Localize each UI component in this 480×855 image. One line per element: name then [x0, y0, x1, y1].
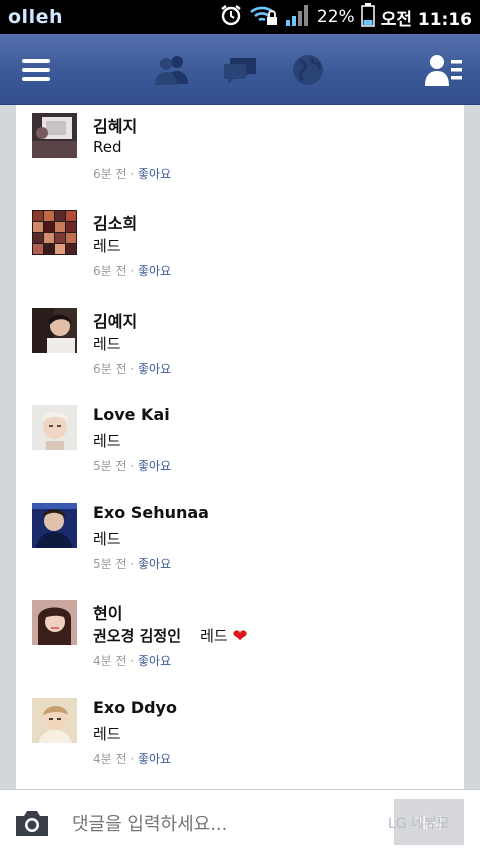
comments-list[interactable]: 김혜지 Red 6분 전 · 좋아요 김소희 레드 6분 전 · 좋아요 김예지…	[16, 105, 464, 789]
avatar[interactable]	[32, 698, 77, 743]
comment-meta: 6분 전 · 좋아요	[93, 165, 171, 182]
comment-item: 현이 권오경 김정인 레드 ❤ 4분 전 · 좋아요	[16, 592, 464, 689]
comment-text: 레드	[93, 432, 121, 450]
like-link[interactable]: 좋아요	[138, 557, 171, 571]
clock: 오전 11:16	[380, 9, 472, 30]
tagged-friends[interactable]: 권오경 김정인	[93, 627, 181, 645]
like-link[interactable]: 좋아요	[138, 362, 171, 376]
heart-emoji-icon: ❤	[232, 626, 248, 647]
commenter-name[interactable]: Exo Ddyo	[93, 698, 177, 717]
camera-icon[interactable]	[14, 808, 50, 838]
comment-input[interactable]	[70, 808, 384, 840]
status-icons: 22% 오전 11:16	[219, 3, 472, 31]
commenter-name[interactable]: Exo Sehunaa	[93, 503, 209, 522]
comment-text: Red	[93, 138, 122, 156]
like-link[interactable]: 좋아요	[138, 654, 171, 668]
comment-text-body: 레드	[200, 627, 228, 645]
avatar[interactable]	[32, 308, 77, 353]
watermark-text: LG 네뷰모	[388, 816, 450, 832]
comment-meta: 4분 전 · 좋아요	[93, 750, 171, 767]
like-link[interactable]: 좋아요	[138, 264, 171, 278]
comment-text: 레드	[93, 530, 121, 548]
like-link[interactable]: 좋아요	[138, 752, 171, 766]
meta-separator: ·	[130, 264, 135, 278]
comment-meta: 6분 전 · 좋아요	[93, 262, 171, 279]
like-link[interactable]: 좋아요	[138, 167, 171, 181]
commenter-name[interactable]: 김혜지	[93, 113, 137, 137]
avatar[interactable]	[32, 210, 77, 255]
comment-time: 4분 전	[93, 752, 127, 766]
top-nav-bar	[0, 34, 480, 105]
meta-separator: ·	[130, 654, 135, 668]
comment-item: 김혜지 Red 6분 전 · 좋아요	[16, 105, 464, 202]
comment-item: Love Kai 레드 5분 전 · 좋아요	[16, 397, 464, 494]
commenter-name[interactable]: 김소희	[93, 210, 137, 234]
meta-separator: ·	[130, 557, 135, 571]
comment-item: Exo Sehunaa 레드 5분 전 · 좋아요	[16, 495, 464, 592]
comment-time: 6분 전	[93, 264, 127, 278]
comment-meta: 4분 전 · 좋아요	[93, 652, 171, 669]
meta-separator: ·	[130, 459, 135, 473]
avatar[interactable]	[32, 405, 77, 450]
comment-text: 레드	[93, 237, 121, 255]
comment-item: 김소희 레드 6분 전 · 좋아요	[16, 202, 464, 299]
like-link[interactable]: 좋아요	[138, 459, 171, 473]
comment-meta: 5분 전 · 좋아요	[93, 555, 171, 572]
comment-meta: 5분 전 · 좋아요	[93, 457, 171, 474]
comment-time: 6분 전	[93, 362, 127, 376]
comment-time: 5분 전	[93, 557, 127, 571]
battery-percent: 22%	[316, 7, 355, 27]
commenter-name[interactable]: 김예지	[93, 308, 137, 332]
comment-item: 김예지 레드 6분 전 · 좋아요	[16, 300, 464, 397]
notifications-globe-icon[interactable]	[288, 50, 328, 90]
commenter-name[interactable]: Love Kai	[93, 405, 170, 424]
comment-time: 4분 전	[93, 654, 127, 668]
comment-item: Exo Ddyo 레드 4분 전 · 좋아요	[16, 690, 464, 787]
wifi-lock-icon	[249, 3, 279, 31]
comment-time: 5분 전	[93, 459, 127, 473]
carrier-label: olleh	[8, 6, 63, 28]
comment-text: 레드	[93, 335, 121, 353]
meta-separator: ·	[130, 752, 135, 766]
alarm-clock-icon	[219, 3, 243, 31]
comment-text: 권오경 김정인 레드 ❤	[93, 625, 248, 647]
comment-time: 6분 전	[93, 167, 127, 181]
commenter-name[interactable]: 현이	[93, 600, 122, 624]
signal-icon	[285, 3, 311, 31]
meta-separator: ·	[130, 167, 135, 181]
meta-separator: ·	[130, 362, 135, 376]
avatar[interactable]	[32, 600, 77, 645]
status-bar: olleh 22% 오전 11:16	[0, 0, 480, 34]
battery-icon	[360, 3, 375, 31]
avatar[interactable]	[32, 113, 77, 158]
contacts-icon[interactable]	[424, 50, 464, 90]
messages-icon[interactable]	[220, 50, 260, 90]
friends-icon[interactable]	[152, 50, 192, 90]
avatar[interactable]	[32, 503, 77, 548]
menu-icon[interactable]	[16, 50, 56, 90]
comment-input-bar: 게시 LG 네뷰모	[0, 789, 480, 855]
comment-text: 레드	[93, 725, 121, 743]
comment-meta: 6분 전 · 좋아요	[93, 360, 171, 377]
